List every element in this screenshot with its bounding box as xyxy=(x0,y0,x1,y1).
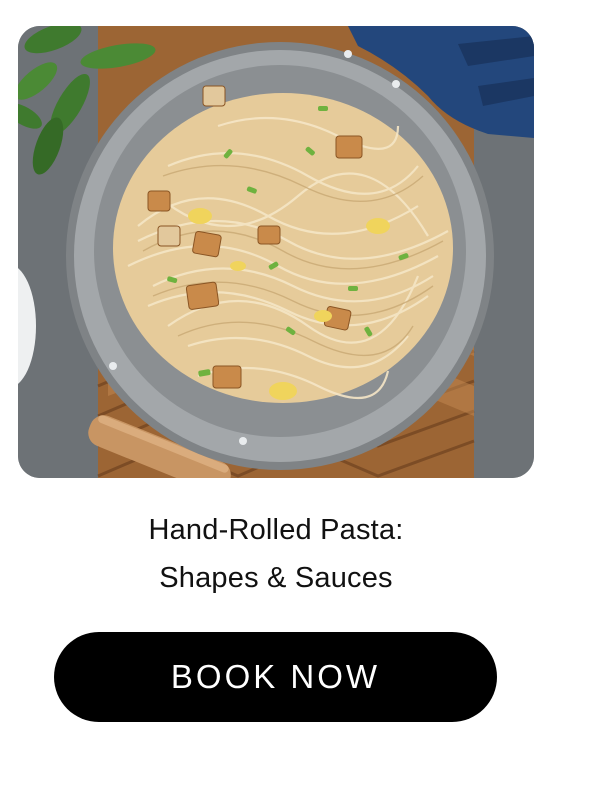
class-title-line-1: Hand-Rolled Pasta: xyxy=(148,514,404,546)
class-title: Hand-Rolled Pasta: Shapes & Sauces xyxy=(0,506,552,602)
class-title-line-2: Shapes & Sauces xyxy=(159,562,393,594)
class-photo[interactable] xyxy=(18,26,534,478)
noodles xyxy=(113,93,453,403)
book-now-button[interactable]: BOOK NOW xyxy=(54,632,497,722)
